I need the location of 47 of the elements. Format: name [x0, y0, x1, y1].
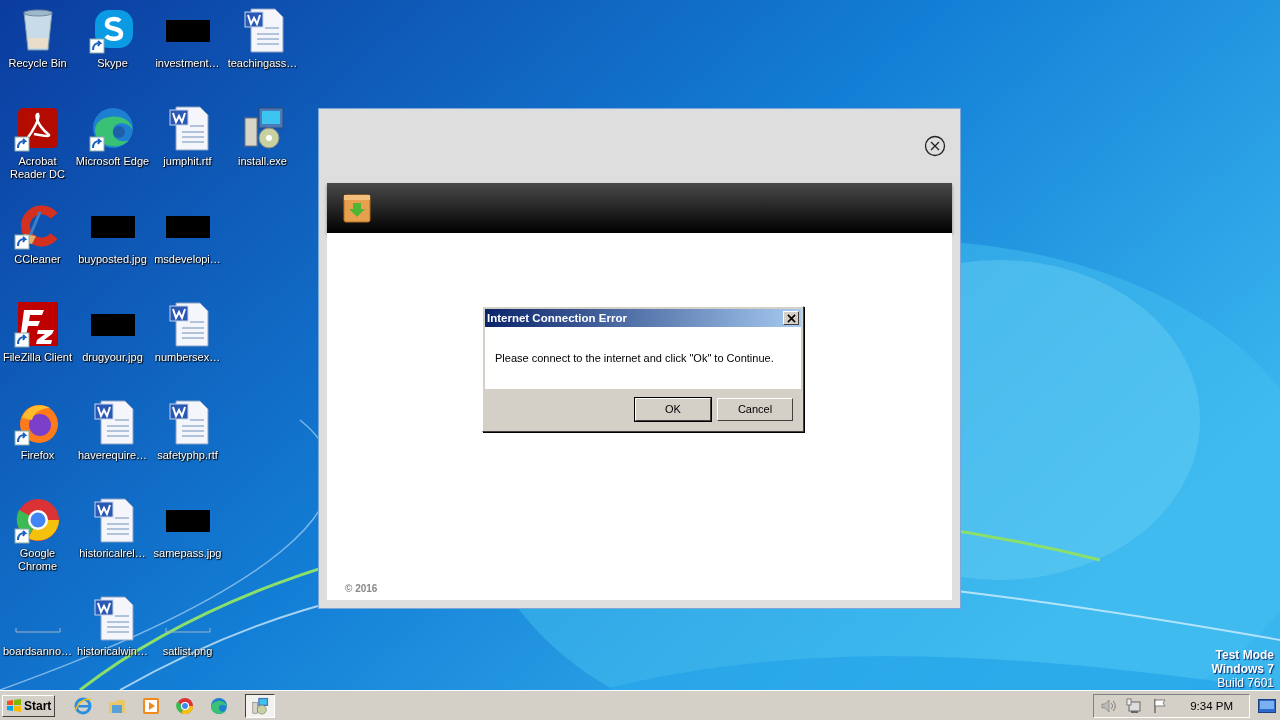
- icon-label[interactable]: Acrobat Reader DC: [10, 155, 65, 181]
- icon-label[interactable]: Firefox: [20, 449, 55, 462]
- icon-label[interactable]: install.exe: [238, 155, 287, 168]
- icon-label[interactable]: Microsoft Edge: [75, 155, 150, 168]
- os-notice-text: Windows 7: [1211, 662, 1274, 676]
- close-icon[interactable]: [924, 135, 946, 157]
- icon-label[interactable]: investment…: [155, 57, 220, 70]
- play-icon[interactable]: [141, 695, 162, 716]
- icon-label[interactable]: numbersex…: [154, 351, 221, 364]
- icon-label[interactable]: safetyphp.rtf: [157, 449, 218, 462]
- windows-logo-icon: [6, 697, 22, 714]
- icon-label[interactable]: Skype: [97, 57, 128, 70]
- close-icon: [786, 313, 796, 323]
- dialog-message: Please connect to the internet and click "Ok" to Continue.: [495, 352, 774, 364]
- network-icon[interactable]: [1126, 697, 1143, 714]
- start-button[interactable]: Start: [2, 694, 56, 717]
- icon-label[interactable]: boardsanno…: [2, 645, 73, 658]
- dialog-title: Internet Connection Error: [487, 312, 627, 324]
- icon-label[interactable]: Google Chrome: [17, 547, 58, 573]
- icon-label[interactable]: historicalrel…: [79, 547, 146, 560]
- icon-label[interactable]: historicalwin…: [77, 645, 148, 658]
- ok-button[interactable]: OK: [635, 397, 711, 421]
- cancel-button[interactable]: Cancel: [717, 397, 793, 421]
- icon-label[interactable]: drugyour.jpg: [82, 351, 143, 364]
- os-notice-text: Build 7601: [1217, 676, 1274, 690]
- chrome-icon: [13, 496, 62, 544]
- box-download-icon: [343, 193, 371, 223]
- close-button[interactable]: [783, 311, 799, 325]
- icon-label[interactable]: samepass.jpg: [153, 547, 222, 560]
- edge-icon[interactable]: [209, 695, 230, 716]
- icon-label[interactable]: Recycle Bin: [8, 57, 67, 70]
- icon-label[interactable]: buyposted.jpg: [78, 253, 147, 266]
- show-desktop-icon[interactable]: [1258, 698, 1276, 713]
- icon-label[interactable]: haverequire…: [77, 449, 148, 462]
- ie-icon[interactable]: [73, 695, 94, 716]
- icon-label[interactable]: jumphit.rtf: [163, 155, 212, 168]
- clock[interactable]: 9:34 PM: [1190, 699, 1233, 712]
- icon-label[interactable]: FileZilla Client: [2, 351, 73, 364]
- icon-label[interactable]: CCleaner: [14, 253, 61, 266]
- copyright-text: © 2016: [345, 583, 378, 594]
- icon-label[interactable]: teachingass…: [227, 57, 298, 70]
- flag-icon[interactable]: [1152, 697, 1169, 714]
- os-notice-text: Test Mode: [1215, 648, 1274, 662]
- installer-icon: [251, 696, 270, 715]
- chrome-icon[interactable]: [175, 695, 196, 716]
- icon-label[interactable]: msdevelopi…: [154, 253, 221, 266]
- taskbar-button[interactable]: [245, 693, 276, 718]
